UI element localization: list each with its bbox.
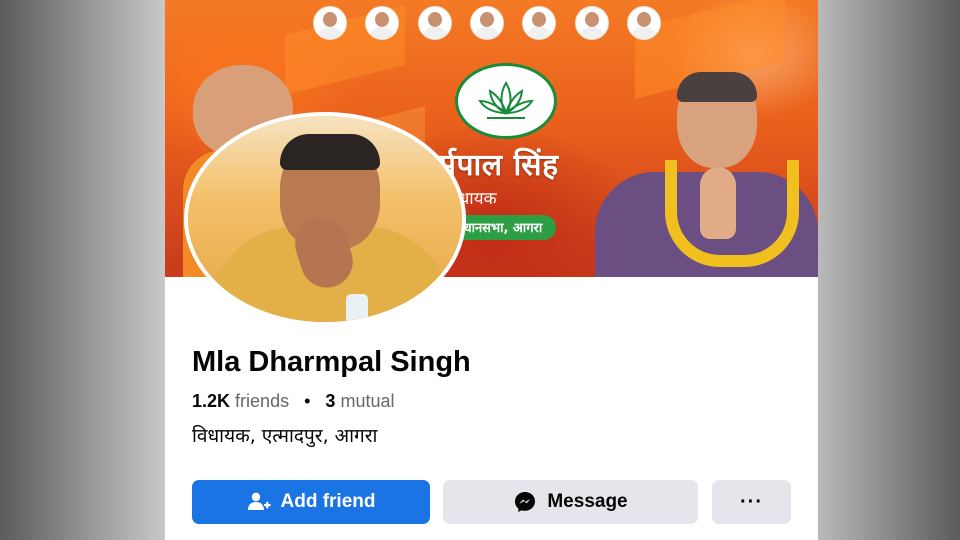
leader-photo — [575, 6, 609, 40]
profile-card: र्मपाल सिंह विधायक विधानसभा, आगरा Mla Dh… — [165, 0, 818, 540]
lotus-icon — [478, 81, 534, 119]
message-label: Message — [547, 491, 628, 512]
mutual-label: mutual — [340, 391, 395, 411]
message-button[interactable]: Message — [443, 480, 698, 524]
party-lotus-logo — [455, 63, 557, 139]
add-friend-label: Add friend — [280, 491, 376, 512]
add-friend-button[interactable]: Add friend — [192, 480, 430, 524]
leader-photo — [470, 6, 504, 40]
friends-label: friends — [235, 391, 290, 411]
add-person-icon — [247, 492, 271, 512]
messenger-icon — [513, 490, 537, 514]
more-options-button[interactable]: ··· — [712, 480, 791, 524]
leader-photo — [627, 6, 661, 40]
profile-bio: विधायक, एत्मादपुर, आगरा — [192, 425, 378, 447]
profile-avatar[interactable] — [184, 112, 466, 326]
leader-photo — [418, 6, 452, 40]
friends-summary[interactable]: 1.2K friends • 3 mutual — [192, 391, 471, 412]
cover-person-right — [595, 72, 818, 277]
leader-photo — [313, 6, 347, 40]
separator-dot: • — [304, 391, 311, 411]
more-dots-icon: ··· — [740, 490, 763, 513]
leader-photo — [522, 6, 556, 40]
leader-photo — [365, 6, 399, 40]
profile-info: Mla Dharmpal Singh 1.2K friends • 3 mutu… — [192, 346, 471, 448]
profile-name: Mla Dharmpal Singh — [192, 346, 471, 378]
mutual-count: 3 — [325, 391, 336, 411]
friends-count: 1.2K — [192, 391, 231, 411]
